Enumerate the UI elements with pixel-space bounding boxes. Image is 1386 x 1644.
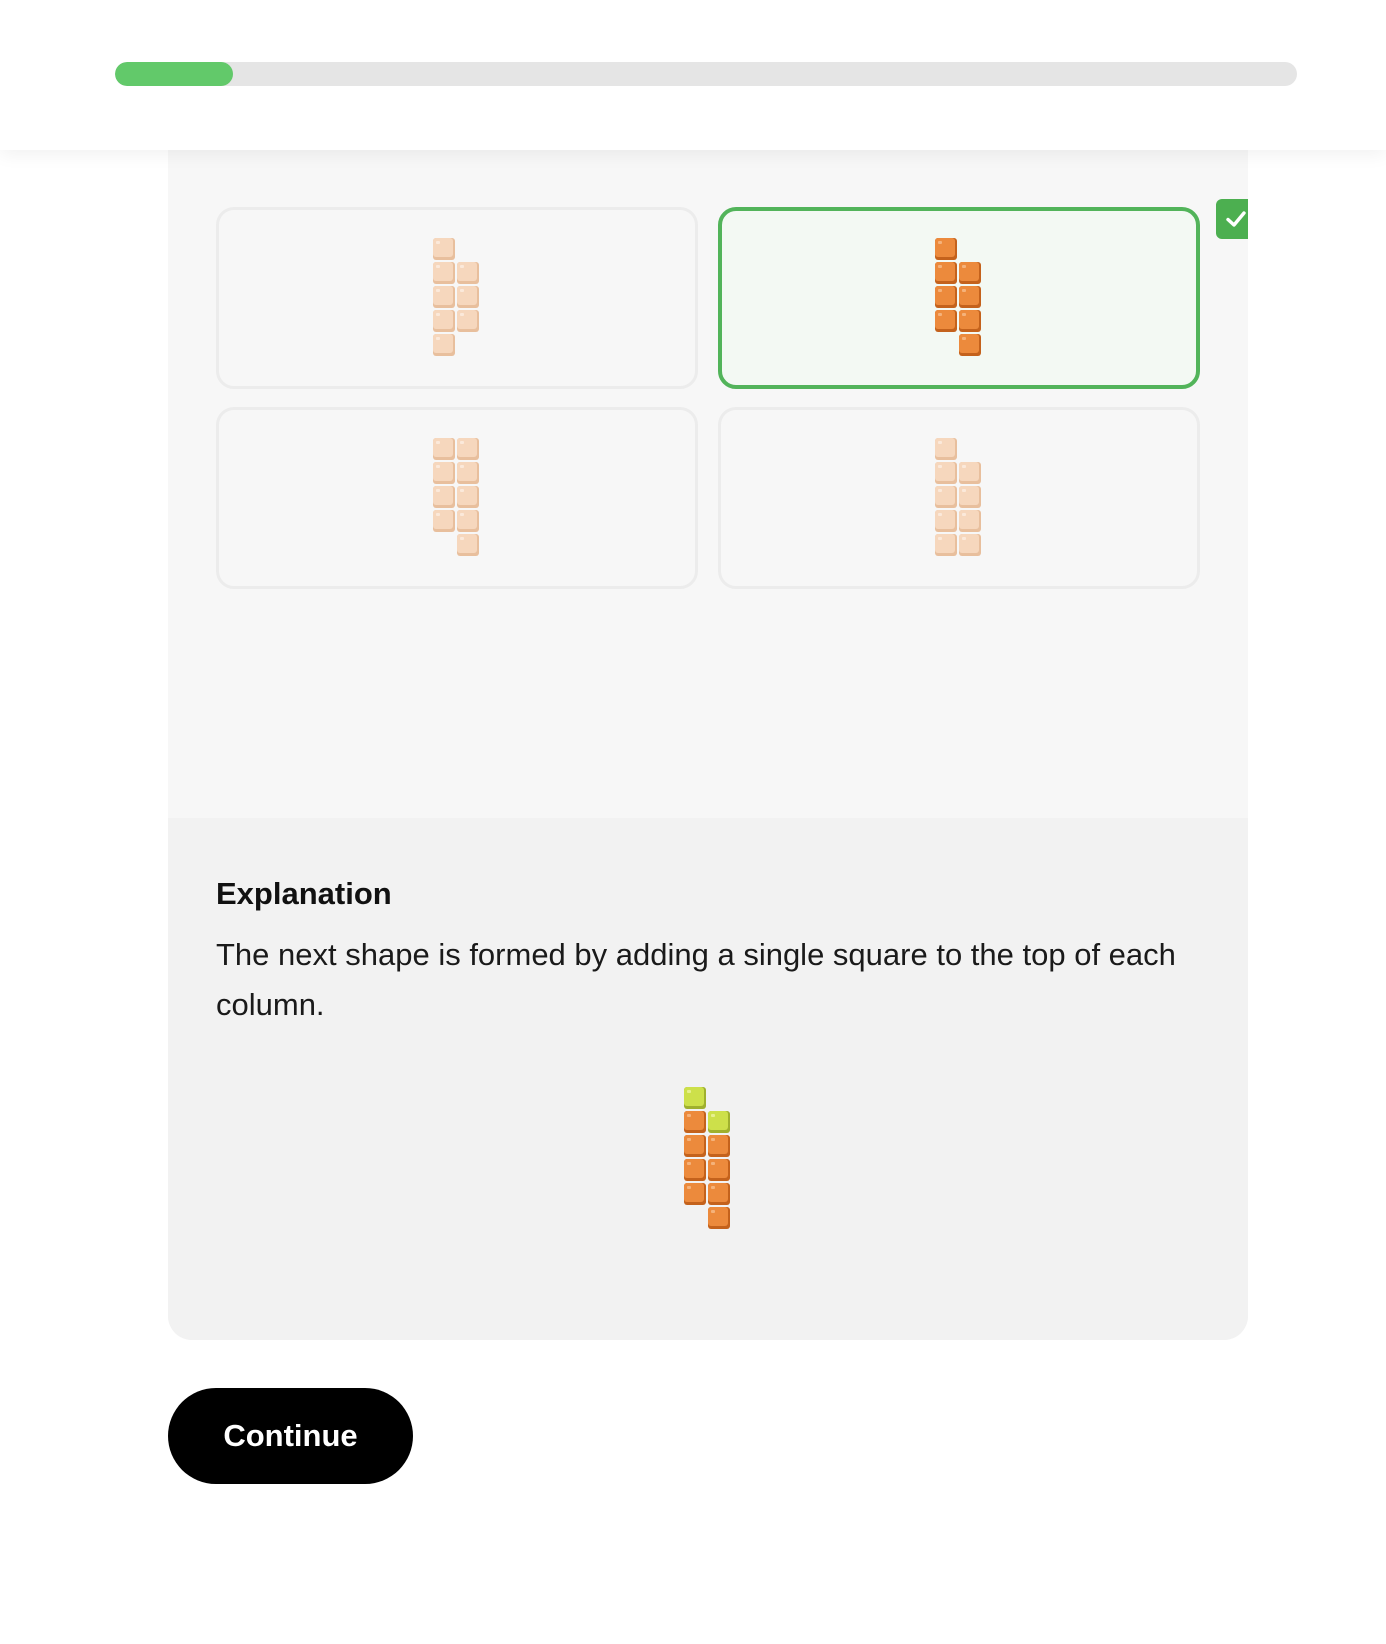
explanation-text: The next shape is formed by adding a sin… (216, 937, 1176, 1022)
block-square (708, 1183, 730, 1205)
block-square (457, 262, 479, 284)
block-square (959, 286, 981, 308)
block-shape-icon (935, 238, 981, 356)
answer-option-1[interactable] (216, 207, 698, 389)
block-square (684, 1111, 706, 1133)
answer-option-3[interactable] (216, 407, 698, 589)
block-square (457, 286, 479, 308)
explanation-panel: Explanation The next shape is formed by … (168, 818, 1248, 1340)
block-square (457, 510, 479, 532)
block-square (433, 238, 455, 260)
block-square (433, 486, 455, 508)
answer-option-2[interactable] (718, 207, 1200, 389)
block-square (433, 286, 455, 308)
block-square (935, 462, 957, 484)
block-square (959, 534, 981, 556)
block-square (935, 510, 957, 532)
block-square (684, 1159, 706, 1181)
block-square (959, 462, 981, 484)
block-square (708, 1207, 730, 1229)
block-square (433, 334, 455, 356)
block-square (684, 1183, 706, 1205)
progress-bar (115, 62, 1297, 86)
block-square (433, 438, 455, 460)
block-shape-icon (433, 438, 479, 556)
block-square (457, 438, 479, 460)
block-square (433, 262, 455, 284)
block-square (708, 1159, 730, 1181)
block-square (959, 310, 981, 332)
check-icon (1216, 199, 1248, 239)
block-square (433, 510, 455, 532)
block-square (708, 1135, 730, 1157)
question-card: Explanation The next shape is formed by … (168, 150, 1248, 1340)
top-bar (0, 0, 1386, 150)
block-square (959, 510, 981, 532)
block-square (684, 1135, 706, 1157)
progress-bar-fill (115, 62, 234, 86)
block-square (935, 262, 957, 284)
explanation-shape-icon (684, 1087, 730, 1229)
block-square (935, 286, 957, 308)
block-square (935, 310, 957, 332)
block-square (684, 1087, 706, 1109)
block-square (959, 262, 981, 284)
block-square (457, 486, 479, 508)
explanation-title: Explanation (216, 876, 392, 911)
block-shape-icon (433, 238, 479, 356)
answer-options (216, 199, 1248, 590)
block-square (708, 1111, 730, 1133)
block-square (959, 334, 981, 356)
block-square (433, 310, 455, 332)
answer-option-4[interactable] (718, 407, 1200, 589)
block-shape-icon (935, 438, 981, 556)
block-square (959, 486, 981, 508)
block-square (457, 534, 479, 556)
block-square (457, 462, 479, 484)
continue-button[interactable]: Continue (168, 1388, 413, 1484)
block-square (433, 462, 455, 484)
block-square (457, 310, 479, 332)
block-square (935, 534, 957, 556)
block-square (935, 438, 957, 460)
block-square (935, 238, 957, 260)
block-square (935, 486, 957, 508)
